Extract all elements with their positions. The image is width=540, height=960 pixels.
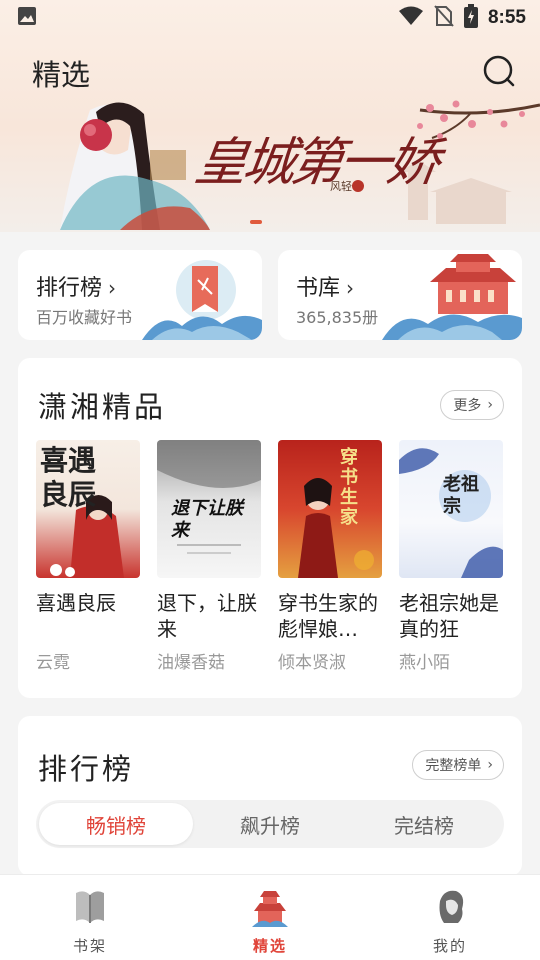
tab-completed[interactable]: 完结榜: [347, 803, 501, 845]
chevron-right-icon: ›: [487, 397, 493, 413]
nav-profile[interactable]: 我的: [360, 875, 540, 960]
ranking-section-title: 排行榜: [38, 752, 135, 786]
book-list: 喜遇良辰 喜遇良辰 云霓 退下让朕来 退下，让朕来 油爆香菇 穿书生家 穿书生家…: [36, 440, 506, 680]
library-entry-card[interactable]: 书库 › 365,835册: [278, 250, 522, 340]
nav-label-bookshelf: 书架: [72, 937, 107, 955]
book-title: 退下，让朕来: [157, 591, 257, 641]
library-entry-title: 书库 ›: [296, 276, 355, 301]
library-entry-subtitle: 365,835册: [296, 308, 379, 327]
featured-section: 潇湘精品 更多 › 喜遇良辰 喜遇良辰 云霓 退下让朕来 退下，让朕来 油爆香菇…: [18, 358, 522, 698]
tab-bestseller[interactable]: 畅销榜: [39, 803, 193, 845]
ranking-tabs: 畅销榜 飙升榜 完结榜: [36, 800, 504, 848]
battery-charging-icon: [463, 4, 478, 32]
page-title: 精选: [32, 58, 91, 92]
image-icon: [16, 5, 38, 31]
chevron-right-icon: ›: [108, 276, 117, 300]
chevron-right-icon: ›: [346, 276, 355, 300]
book-cover: 老祖宗: [399, 440, 503, 578]
search-icon: [483, 55, 515, 87]
featured-icon: [252, 891, 288, 927]
book-item[interactable]: 退下让朕来 退下，让朕来 油爆香菇: [157, 440, 261, 673]
library-illustration: [382, 254, 522, 340]
book-author: 油爆香菇: [157, 653, 225, 673]
full-ranking-button[interactable]: 完整榜单 ›: [412, 750, 504, 780]
banner-title: 皇城第一娇: [191, 133, 440, 193]
book-cover: 退下让朕来: [157, 440, 261, 578]
book-title: 老祖宗她是真的狂: [399, 591, 499, 641]
ranking-entry-card[interactable]: 排行榜 › 百万收藏好书: [18, 250, 262, 340]
book-title: 穿书生家的彪悍娘…: [278, 591, 378, 641]
ranking-entry-title: 排行榜 ›: [36, 276, 117, 301]
book-item[interactable]: 喜遇良辰 喜遇良辰 云霓: [36, 440, 140, 673]
book-author: 倾本贤淑: [278, 653, 346, 673]
featured-more-button[interactable]: 更多 ›: [440, 390, 504, 420]
top-header-area: 8:55 精选 皇城第一娇 风轻: [0, 0, 540, 232]
ranking-entry-subtitle: 百万收藏好书: [36, 308, 133, 327]
book-author: 云霓: [36, 653, 70, 673]
nav-label-featured: 精选: [252, 937, 287, 955]
book-title: 喜遇良辰: [36, 591, 116, 615]
ranking-section: 排行榜 完整榜单 › 畅销榜 飙升榜 完结榜: [18, 716, 522, 876]
book-item[interactable]: 穿书生家 穿书生家的彪悍娘… 倾本贤淑: [278, 440, 382, 673]
book-cover: 喜遇良辰: [36, 440, 140, 578]
book-author: 燕小陌: [399, 653, 450, 673]
chevron-right-icon: ›: [487, 757, 493, 773]
search-button[interactable]: [480, 52, 520, 92]
profile-icon: [439, 890, 464, 923]
nav-label-profile: 我的: [432, 937, 467, 955]
no-sim-icon: [434, 4, 454, 32]
wifi-icon: [398, 5, 424, 31]
featured-section-title: 潇湘精品: [38, 390, 167, 424]
nav-bookshelf[interactable]: 书架: [0, 875, 180, 960]
banner-author: 风轻: [330, 180, 352, 193]
tab-rising[interactable]: 飙升榜: [193, 803, 347, 845]
nav-featured[interactable]: 精选: [180, 875, 360, 960]
bottom-navigation: 书架 精选 我的: [0, 874, 540, 960]
book-item[interactable]: 老祖宗 老祖宗她是真的狂 燕小陌: [399, 440, 503, 673]
ranking-illustration: [142, 260, 262, 340]
status-time: 8:55: [487, 7, 526, 28]
bookshelf-icon: [76, 891, 104, 923]
status-bar: 8:55: [0, 0, 540, 36]
banner-indicator: [250, 220, 262, 224]
book-cover: 穿书生家: [278, 440, 382, 578]
